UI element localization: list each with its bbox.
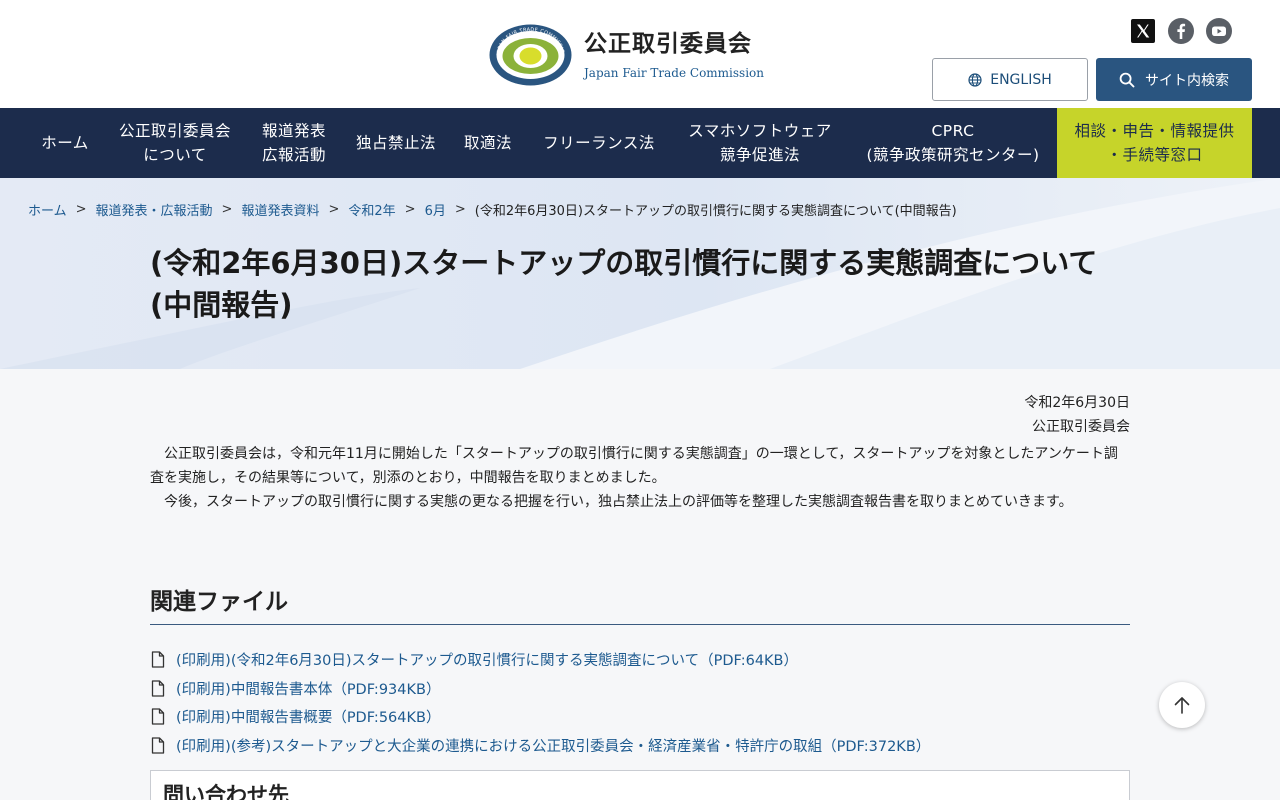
breadcrumb-separator: > [75,202,87,217]
file-link[interactable]: (印刷用)(令和2年6月30日)スタートアップの取引慣行に関する実態調査について… [150,645,1130,674]
youtube-icon[interactable] [1206,18,1232,44]
site-name-jp: 公正取引委員会 [584,31,752,57]
site-logo[interactable]: JAPAN FAIR TRADE COMMISSION 公正取引委員会 Japa… [489,24,764,86]
related-files-list: (印刷用)(令和2年6月30日)スタートアップの取引慣行に関する実態調査について… [150,645,1130,760]
nav-label: フリーランス法 [543,134,655,152]
nav-label: 広報活動 [261,146,326,164]
breadcrumb-current: (令和2年6月30日)スタートアップの取引慣行に関する実態調査について(中間報告… [474,204,957,219]
english-label: ENGLISH [990,71,1052,88]
globe-icon [968,72,982,87]
file-icon [151,679,165,697]
nav-item-subcontract[interactable]: 取適法 [448,108,528,178]
back-to-top-button[interactable] [1159,682,1205,728]
nav-item-press[interactable]: 報道発表 広報活動 [244,108,344,178]
file-link-label: (印刷用)中間報告書本体（PDF:934KB） [176,681,441,698]
page-title: (令和2年6月30日)スタートアップの取引慣行に関する実態調査について(中間報告… [150,246,1098,322]
nav-item-about[interactable]: 公正取引委員会 について [106,108,244,178]
body-paragraph: 公正取引委員会は，令和元年11月に開始した「スタートアップの取引慣行に関する実態… [150,446,1118,486]
contact-box: 問い合わせ先 [150,770,1130,800]
site-search-label: サイト内検索 [1145,72,1229,89]
related-files-heading: 関連ファイル [150,589,288,615]
nav-label: 公正取引委員会 [118,122,231,140]
facebook-icon[interactable] [1168,18,1194,44]
english-button[interactable]: ENGLISH [932,58,1088,101]
nav-label: について [143,146,207,164]
nav-item-consultation[interactable]: 相談・申告・情報提供 ・手続等窓口 [1057,108,1252,178]
site-search-button[interactable]: サイト内検索 [1096,58,1252,101]
breadcrumb-item-home[interactable]: ホーム [28,200,67,219]
file-link[interactable]: (印刷用)(参考)スタートアップと大企業の連携における公正取引委員会・経済産業省… [150,731,1130,760]
file-link-label: (印刷用)(参考)スタートアップと大企業の連携における公正取引委員会・経済産業省… [176,738,931,755]
nav-item-cprc[interactable]: CPRC (競争政策研究センター) [850,108,1056,178]
nav-label: 独占禁止法 [355,134,436,152]
file-link[interactable]: (印刷用)中間報告書本体（PDF:934KB） [150,674,1130,703]
nav-item-smartphone[interactable]: スマホソフトウェア 競争促進法 [670,108,850,178]
nav-label: 相談・申告・情報提供 [1074,122,1235,140]
body-paragraph: 今後，スタートアップの取引慣行に関する実態の更なる把握を行い，独占禁止法上の評価… [164,494,1073,510]
file-icon [151,708,165,725]
body-text: 公正取引委員会は，令和元年11月に開始した「スタートアップの取引慣行に関する実態… [150,442,1130,514]
site-header: JAPAN FAIR TRADE COMMISSION 公正取引委員会 Japa… [0,0,1280,108]
page-hero: ホーム > 報道発表・広報活動 > 報道発表資料 > 令和2年 > 6月 > (… [0,178,1280,369]
breadcrumb-separator: > [221,202,233,217]
nav-item-antimonopoly[interactable]: 独占禁止法 [344,108,448,178]
nav-label: (競争政策研究センター) [866,146,1040,164]
breadcrumb-item-month[interactable]: 6月 [425,200,446,219]
breadcrumb-item-year[interactable]: 令和2年 [348,200,395,219]
file-link-label: (印刷用)(令和2年6月30日)スタートアップの取引慣行に関する実態調査について… [176,652,799,669]
arrow-up-icon [1174,697,1190,714]
publisher-name: 公正取引委員会 [1032,419,1130,435]
site-name-en: Japan Fair Trade Commission [584,66,764,80]
file-link-label: (印刷用)中間報告書概要（PDF:564KB） [176,710,441,727]
file-icon [151,651,165,668]
contact-heading: 問い合わせ先 [163,783,289,800]
breadcrumb-separator: > [328,202,340,217]
section-divider [150,624,1130,625]
file-icon [151,737,165,754]
breadcrumb-separator: > [454,202,466,217]
nav-label: 取適法 [463,134,512,152]
global-navigation: ホーム 公正取引委員会 について 報道発表広報活動 独占禁止法 取適法 フリーラン… [0,108,1280,178]
nav-label: ホーム [41,134,89,152]
nav-label: 報道発表 [261,122,326,140]
x-icon[interactable] [1130,18,1156,44]
breadcrumb: ホーム > 報道発表・広報活動 > 報道発表資料 > 令和2年 > 6月 > (… [28,200,957,219]
jftc-emblem-icon: JAPAN FAIR TRADE COMMISSION [489,24,572,86]
nav-item-home[interactable]: ホーム [24,108,106,178]
nav-label: ・手続等窓口 [1106,146,1203,164]
breadcrumb-separator: > [404,202,416,217]
publish-date: 令和2年6月30日 [1024,395,1130,411]
nav-label: 競争促進法 [719,146,800,164]
breadcrumb-item-press[interactable]: 報道発表・広報活動 [96,200,213,219]
nav-label: スマホソフトウェア [688,122,832,140]
nav-item-freelance[interactable]: フリーランス法 [528,108,670,178]
file-link[interactable]: (印刷用)中間報告書概要（PDF:564KB） [150,702,1130,731]
nav-label: CPRC [931,122,975,140]
breadcrumb-item-press-releases[interactable]: 報道発表資料 [241,200,319,219]
search-icon [1119,72,1135,87]
